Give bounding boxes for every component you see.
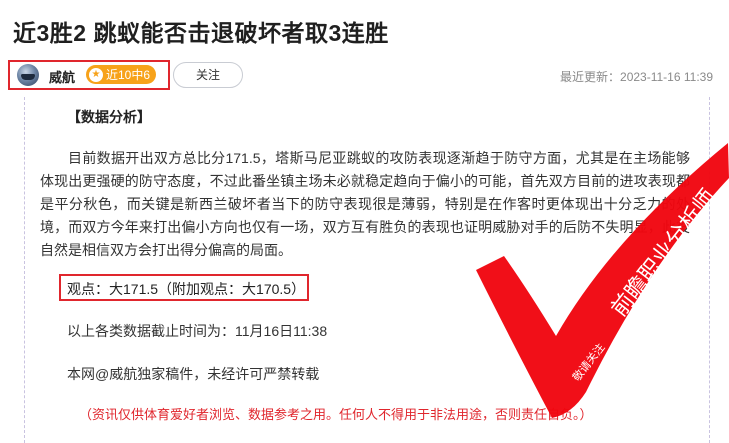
- author-avatar[interactable]: [17, 64, 39, 86]
- analysis-paragraph: 目前数据开出双方总比分171.5，塔斯马尼亚跳蚁的攻防表现逐渐趋于防守方面，尤其…: [40, 150, 690, 258]
- follow-button[interactable]: 关注: [173, 62, 243, 88]
- accuracy-badge-label: 近10中6: [106, 68, 151, 82]
- disclaimer-text: （资讯仅供体育爱好者浏览、数据参考之用。任何人不得用于非法用途，否则责任自负。）: [79, 407, 593, 422]
- copyright-notice: 本网@威航独家稿件，未经许可严禁转载: [67, 366, 320, 382]
- star-icon: ★: [89, 67, 103, 82]
- viewpoint-text: 观点：大171.5（附加观点：大170.5）: [67, 281, 306, 297]
- last-updated: 最近更新：2023-11-16 11:39: [560, 70, 713, 84]
- author-name[interactable]: 威航: [49, 67, 75, 86]
- section-heading: 【数据分析】: [67, 109, 151, 125]
- article-title: 近3胜2 跳蚁能否击退破坏者取3连胜: [13, 20, 389, 46]
- data-cutoff-text: 以上各类数据截止时间为：11月16日11:38: [67, 323, 328, 339]
- accuracy-badge: ★ 近10中6: [86, 65, 157, 84]
